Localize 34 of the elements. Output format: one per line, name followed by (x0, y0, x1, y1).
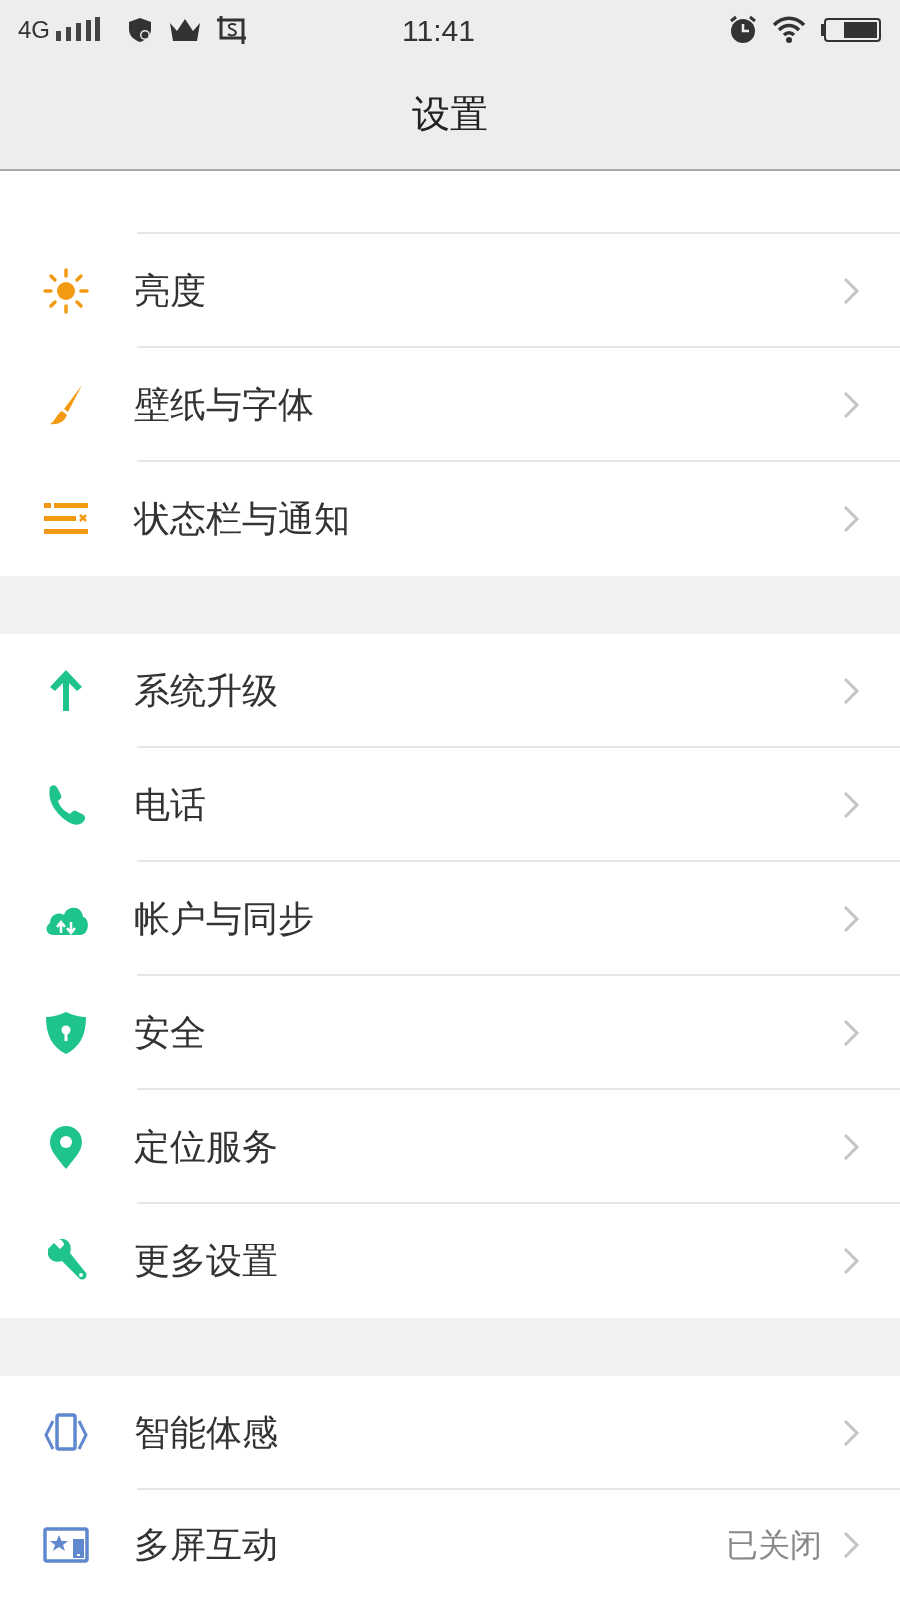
chevron-icon (842, 790, 860, 820)
screenshot-icon (216, 15, 248, 45)
chevron-icon (842, 1018, 860, 1048)
chevron-icon (842, 676, 860, 706)
chevron-icon (842, 276, 860, 306)
row-label: 定位服务 (134, 1125, 278, 1169)
chevron-icon (842, 390, 860, 420)
row-label: 更多设置 (134, 1239, 278, 1283)
row-value: 已关闭 (726, 1526, 822, 1565)
chevron-icon (842, 1246, 860, 1276)
battery-icon (820, 17, 882, 43)
row-label: 壁纸与字体 (134, 383, 314, 427)
network-label: 4G (18, 15, 50, 45)
chevron-icon (842, 1530, 860, 1560)
row-label: 安全 (134, 1011, 206, 1055)
chevron-icon (842, 904, 860, 934)
row-label: 电话 (134, 783, 206, 827)
row-label: 状态栏与通知 (134, 497, 350, 541)
sun-icon (42, 267, 90, 315)
row-label: 亮度 (134, 269, 206, 313)
clock-time: 11:41 (402, 12, 475, 49)
chevron-icon (842, 1132, 860, 1162)
crown-icon (168, 17, 202, 43)
page-title: 设置 (412, 92, 488, 137)
row-label: 系统升级 (134, 669, 278, 713)
shield-icon (126, 16, 154, 44)
chevron-icon (842, 1418, 860, 1448)
row-label: 多屏互动 (134, 1523, 278, 1567)
alarm-icon (728, 15, 758, 45)
wifi-icon (772, 16, 806, 44)
row-label: 帐户与同步 (134, 897, 314, 941)
row-label: 智能体感 (134, 1411, 278, 1455)
chevron-icon (842, 504, 860, 534)
signal-icon (56, 17, 100, 43)
